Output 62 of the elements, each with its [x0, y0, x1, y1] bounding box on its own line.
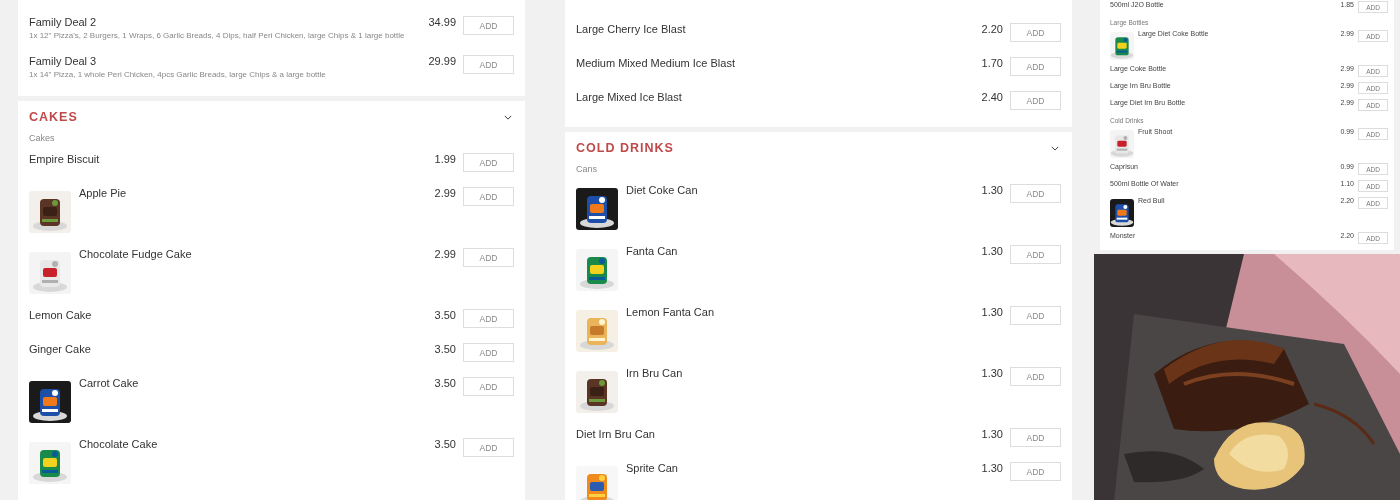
item-price: 1.70 — [981, 57, 1003, 69]
item-name: Chocolate Cake — [79, 438, 159, 450]
item-name: Family Deal 2 — [29, 16, 98, 28]
item-name: Chocolate Fudge Cake — [79, 248, 193, 260]
item-price: 1.30 — [981, 306, 1003, 318]
item-price: 1.30 — [981, 462, 1003, 474]
item-name: Lemon Cake — [29, 309, 93, 321]
add-button[interactable]: ADD — [463, 343, 514, 362]
item-name: Family Deal 3 — [29, 55, 98, 67]
add-button[interactable]: ADD — [463, 187, 514, 206]
item-price: 3.50 — [434, 343, 456, 355]
item-name: Diet Irn Bru Can — [576, 428, 656, 440]
add-button[interactable]: ADD — [1010, 184, 1061, 203]
section-title: COLD DRINKS — [576, 141, 674, 155]
item-name: Medium Mixed Medium Ice Blast — [576, 57, 736, 69]
item-name: Diet Coke Can — [626, 184, 699, 196]
add-button[interactable]: ADD — [463, 309, 514, 328]
item-name: Carrot Cake — [79, 377, 140, 389]
item-name: Apple Pie — [79, 187, 128, 199]
item-price: 2.40 — [981, 91, 1003, 103]
subsection-label: Cakes — [29, 133, 56, 143]
item-name: Large Mixed Ice Blast — [576, 91, 683, 103]
add-button[interactable]: ADD — [1010, 428, 1061, 447]
add-button[interactable]: ADD — [463, 438, 514, 457]
chevron-down-icon[interactable] — [1051, 145, 1059, 151]
item-price: 1.30 — [981, 245, 1003, 257]
item-price: 1.30 — [981, 367, 1003, 379]
add-button[interactable]: ADD — [1010, 306, 1061, 325]
subsection-label: Cans — [576, 164, 598, 174]
item-price: 2.99 — [434, 187, 456, 199]
add-button[interactable]: ADD — [463, 55, 514, 74]
item-price: 3.50 — [434, 309, 456, 321]
add-button[interactable]: ADD — [1010, 57, 1061, 76]
add-button[interactable]: ADD — [463, 16, 514, 35]
section-title: CAKES — [29, 110, 78, 124]
add-button[interactable]: ADD — [1010, 367, 1061, 386]
item-name: Large Cherry Ice Blast — [576, 23, 687, 35]
item-price: 3.50 — [434, 438, 456, 450]
add-button[interactable]: ADD — [1010, 462, 1061, 481]
item-description: 1x 14" Pizza, 1 whole Peri Chicken, 4pcs Garlic Breads, large Chips & a large bottle — [29, 70, 327, 79]
item-price: 2.20 — [981, 23, 1003, 35]
item-price: 2.99 — [434, 248, 456, 260]
add-button[interactable]: ADD — [463, 377, 514, 396]
item-name: Ginger Cake — [29, 343, 92, 355]
add-button[interactable]: ADD — [1010, 23, 1061, 42]
item-price: 34.99 — [428, 16, 456, 28]
add-button[interactable]: ADD — [463, 248, 514, 267]
item-description: 1x 12" Pizza's, 2 Burgers, 1 Wraps, 6 Garlic Breads, 4 Dips, half Peri Chicken, large Chips & 1 large bottle — [29, 31, 406, 40]
item-price: 1.30 — [981, 184, 1003, 196]
item-price: 1.99 — [434, 153, 456, 165]
add-button[interactable]: ADD — [1010, 91, 1061, 110]
item-name: Empire Biscuit — [29, 153, 101, 165]
item-name: Fanta Can — [626, 245, 679, 257]
item-name: Irn Bru Can — [626, 367, 684, 379]
add-button[interactable]: ADD — [463, 153, 514, 172]
item-price: 1.30 — [981, 428, 1003, 440]
item-price: 29.99 — [428, 55, 456, 67]
item-price: 3.50 — [434, 377, 456, 389]
add-button[interactable]: ADD — [1010, 245, 1061, 264]
item-name: Sprite Can — [626, 462, 679, 474]
chevron-down-icon[interactable] — [504, 114, 512, 120]
item-name: Lemon Fanta Can — [626, 306, 716, 318]
